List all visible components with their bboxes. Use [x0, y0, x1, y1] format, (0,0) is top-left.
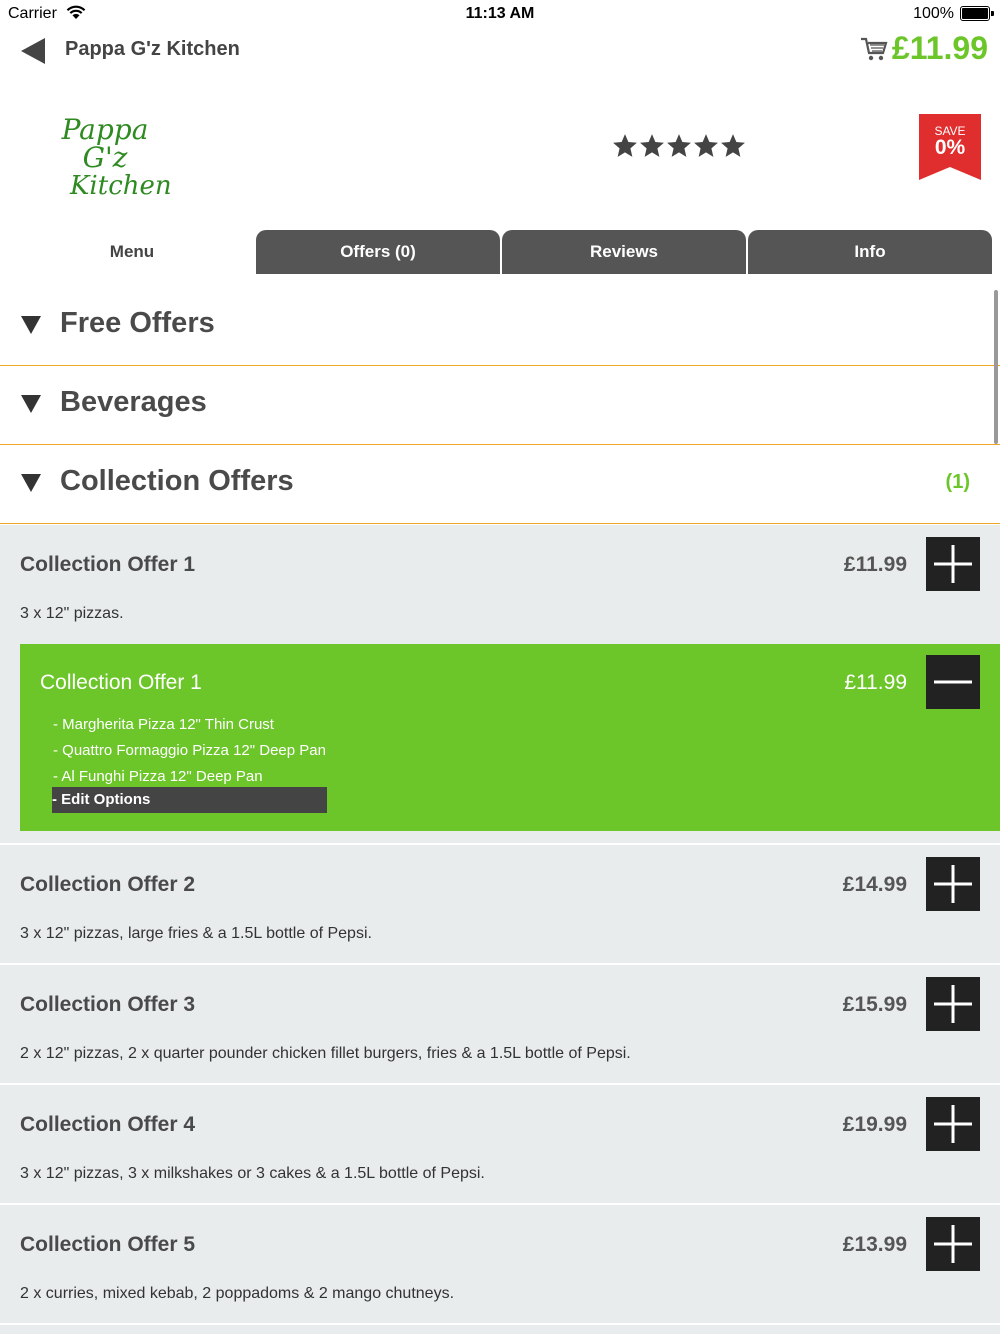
tab-offers[interactable]: Offers (0)	[256, 230, 500, 274]
add-offer-button[interactable]	[926, 857, 980, 911]
section-free-offers[interactable]: Free Offers	[0, 287, 1000, 366]
status-bar: Carrier 11:13 AM 100%	[0, 0, 1000, 28]
star-icon	[613, 134, 637, 157]
option-line: - Quattro Formaggio Pizza 12" Deep Pan	[53, 742, 326, 759]
offer-name: Collection Offer 2	[20, 873, 196, 896]
offer-price: £11.99	[843, 553, 907, 576]
offer-price: £13.99	[842, 1233, 907, 1256]
basket-item-options: - Margherita Pizza 12" Thin Crust - Quat…	[53, 712, 326, 790]
section-title: Free Offers	[60, 307, 215, 339]
logo-line-2: Kitchen	[70, 171, 172, 201]
restaurant-title: Pappa G'z Kitchen	[65, 38, 240, 60]
plus-icon	[934, 865, 972, 903]
offer-name: Collection Offer 5	[20, 1233, 196, 1256]
offer-row[interactable]: Collection Offer 5 £13.99 2 x curries, m…	[0, 1205, 1000, 1325]
offer-price: £15.99	[842, 993, 907, 1016]
section-title: Collection Offers	[60, 465, 294, 497]
offer-price: £14.99	[842, 873, 907, 896]
tab-reviews[interactable]: Reviews	[502, 230, 746, 274]
plus-icon	[934, 1105, 972, 1143]
cart-icon	[860, 37, 888, 60]
star-icon	[667, 134, 691, 157]
collapse-triangle-icon	[21, 395, 41, 413]
star-icon	[640, 134, 664, 157]
add-offer-button[interactable]	[926, 977, 980, 1031]
offer-row[interactable]: Collection Offer 3 £15.99 2 x 12" pizzas…	[0, 965, 1000, 1085]
offer-description: 2 x 12" pizzas, 2 x quarter pounder chic…	[20, 1045, 631, 1062]
battery-icon	[960, 6, 994, 21]
section-count-badge: (1)	[945, 471, 970, 493]
add-offer-button[interactable]	[926, 1217, 980, 1271]
add-offer-button[interactable]	[926, 537, 980, 591]
offer-name: Collection Offer 1	[20, 553, 196, 576]
clock: 11:13 AM	[465, 5, 535, 22]
save-percent: 0%	[934, 136, 966, 159]
plus-icon	[934, 1225, 972, 1263]
cart-total: £11.99	[891, 30, 988, 66]
menu-list: Free Offers Beverages Collection Offers …	[0, 287, 1000, 524]
tab-menu[interactable]: Menu	[10, 230, 254, 274]
logo-line-1: Pappa G'z	[61, 113, 149, 174]
star-icon	[694, 134, 718, 157]
battery-percent: 100%	[913, 5, 954, 22]
offer-name: Collection Offer 3	[20, 993, 196, 1016]
cart-button[interactable]: £11.99	[860, 30, 988, 67]
offer-name: Collection Offer 4	[20, 1113, 196, 1136]
offer-price: £19.99	[842, 1113, 907, 1136]
section-title: Beverages	[60, 386, 207, 418]
restaurant-logo: Pappa G'z Kitchen	[40, 113, 172, 201]
add-offer-button[interactable]	[926, 1097, 980, 1151]
offer-row[interactable]: Collection Offer 2 £14.99 3 x 12" pizzas…	[0, 845, 1000, 965]
star-rating	[612, 133, 746, 159]
offer-row[interactable]: Collection Offer 4 £19.99 3 x 12" pizzas…	[0, 1085, 1000, 1205]
offer-description: 2 x curries, mixed kebab, 2 poppadoms & …	[20, 1285, 455, 1302]
option-line: - Margherita Pizza 12" Thin Crust	[53, 716, 274, 733]
offer-description: 3 x 12" pizzas, large fries & a 1.5L bot…	[20, 925, 372, 942]
collapse-triangle-icon	[21, 474, 41, 492]
minus-icon	[934, 680, 972, 684]
back-arrow-icon[interactable]	[18, 36, 48, 66]
remove-item-button[interactable]	[926, 655, 980, 709]
tab-info[interactable]: Info	[748, 230, 992, 274]
basket-item-price: £11.99	[844, 671, 907, 694]
edit-options-button[interactable]: - Edit Options	[52, 787, 327, 813]
tab-bar: Menu Offers (0) Reviews Info	[10, 230, 992, 274]
section-beverages[interactable]: Beverages	[0, 366, 1000, 445]
star-icon	[721, 134, 745, 157]
offer-description: 3 x 12" pizzas.	[20, 605, 124, 622]
save-badge: SAVE 0%	[919, 114, 981, 180]
scrollbar[interactable]	[994, 290, 998, 444]
plus-icon	[934, 545, 972, 583]
collapse-triangle-icon	[21, 316, 41, 334]
plus-icon	[934, 985, 972, 1023]
nav-bar: Pappa G'z Kitchen £11.99	[0, 28, 1000, 78]
basket-item-card: Collection Offer 1 £11.99 - Margherita P…	[20, 644, 1000, 831]
basket-item-name: Collection Offer 1	[40, 671, 202, 694]
offer-description: 3 x 12" pizzas, 3 x milkshakes or 3 cake…	[20, 1165, 485, 1182]
section-collection-offers[interactable]: Collection Offers (1)	[0, 445, 1000, 524]
